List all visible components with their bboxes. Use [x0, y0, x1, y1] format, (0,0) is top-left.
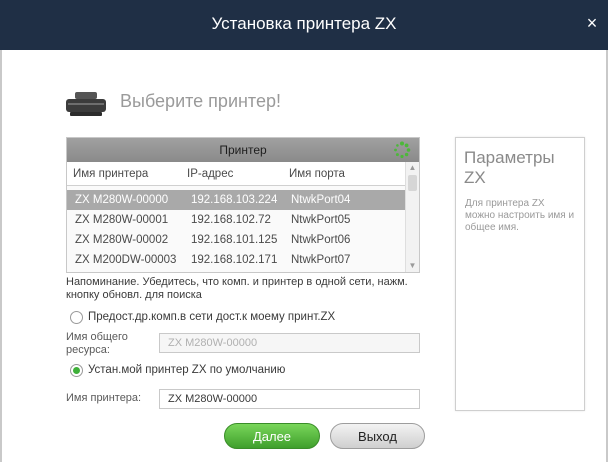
- printer-ip-cell: 192.168.102.171: [191, 254, 278, 266]
- table-row[interactable]: ZX M200DW-00003 192.168.102.171 NtwkPort…: [67, 250, 405, 270]
- printer-list-panel: Принтер Имя принтера IP-адрес Имя порта …: [66, 137, 420, 273]
- printer-ip-cell: 192.168.101.125: [191, 234, 278, 246]
- column-header-name[interactable]: Имя принтера: [73, 168, 148, 180]
- window-title: Установка принтера ZX: [211, 14, 397, 33]
- printer-name-cell: ZX M280W-00002: [75, 234, 169, 246]
- printer-port-cell: NtwkPort04: [291, 194, 351, 206]
- share-printer-label[interactable]: Предост.др.комп.в сети дост.к моему прин…: [88, 311, 335, 323]
- printer-name-cell: ZX M280W-00001: [75, 214, 169, 226]
- exit-button[interactable]: Выход: [330, 423, 425, 449]
- printer-icon: [66, 92, 106, 116]
- default-printer-radio[interactable]: [70, 364, 83, 377]
- column-header-ip[interactable]: IP-адрес: [187, 168, 233, 180]
- table-row[interactable]: ZX M280W-00002 192.168.101.125 NtwkPort0…: [67, 230, 405, 250]
- printer-port-cell: NtwkPort05: [291, 214, 351, 226]
- parameters-title: Параметры ZX: [464, 148, 555, 187]
- printer-port-cell: NtwkPort07: [291, 254, 351, 266]
- parameters-panel: Параметры ZX Для принтера ZX можно настр…: [455, 137, 585, 411]
- share-printer-radio[interactable]: [70, 311, 83, 324]
- printer-rows: ZX M280W-00000 192.168.103.224 NtwkPort0…: [67, 190, 405, 272]
- parameters-description: Для принтера ZX можно настроить имя и об…: [465, 198, 575, 233]
- share-name-input[interactable]: [159, 333, 420, 353]
- table-row-selected[interactable]: ZX M280W-00000 192.168.103.224 NtwkPort0…: [67, 190, 405, 210]
- table-row[interactable]: ZX M280W-00001 192.168.102.72 NtwkPort05: [67, 210, 405, 230]
- scroll-up-icon[interactable]: ▲: [406, 162, 419, 174]
- refresh-icon[interactable]: [393, 141, 411, 159]
- table-scrollbar[interactable]: ▲ ▼: [405, 162, 419, 272]
- window-border-left: [0, 50, 2, 462]
- printer-ip-cell: 192.168.102.72: [191, 214, 271, 226]
- scroll-down-icon[interactable]: ▼: [406, 260, 419, 272]
- table-column-headers: Имя принтера IP-адрес Имя порта: [67, 162, 405, 186]
- share-name-label: Имя общего ресурса:: [66, 331, 128, 356]
- printer-name-label: Имя принтера:: [66, 392, 142, 404]
- printer-name-input[interactable]: [159, 389, 420, 409]
- title-bar: Установка принтера ZX ×: [0, 0, 608, 50]
- column-header-port[interactable]: Имя порта: [289, 168, 345, 180]
- next-button[interactable]: Далее: [224, 423, 320, 449]
- close-icon[interactable]: ×: [582, 13, 602, 33]
- printer-name-cell: ZX M280W-00000: [75, 194, 169, 206]
- printer-port-cell: NtwkPort06: [291, 234, 351, 246]
- printer-name-cell: ZX M200DW-00003: [75, 254, 177, 266]
- printer-list-header: Принтер: [67, 138, 419, 162]
- search-notice: Напоминание. Убедитесь, что комп. и прин…: [66, 276, 408, 301]
- default-printer-label[interactable]: Устан.мой принтер ZX по умолчанию: [88, 364, 285, 376]
- scroll-thumb[interactable]: [408, 175, 417, 191]
- heading-text: Выберите принтер!: [120, 91, 281, 111]
- printer-ip-cell: 192.168.103.224: [191, 194, 278, 206]
- printer-list-title: Принтер: [219, 143, 267, 157]
